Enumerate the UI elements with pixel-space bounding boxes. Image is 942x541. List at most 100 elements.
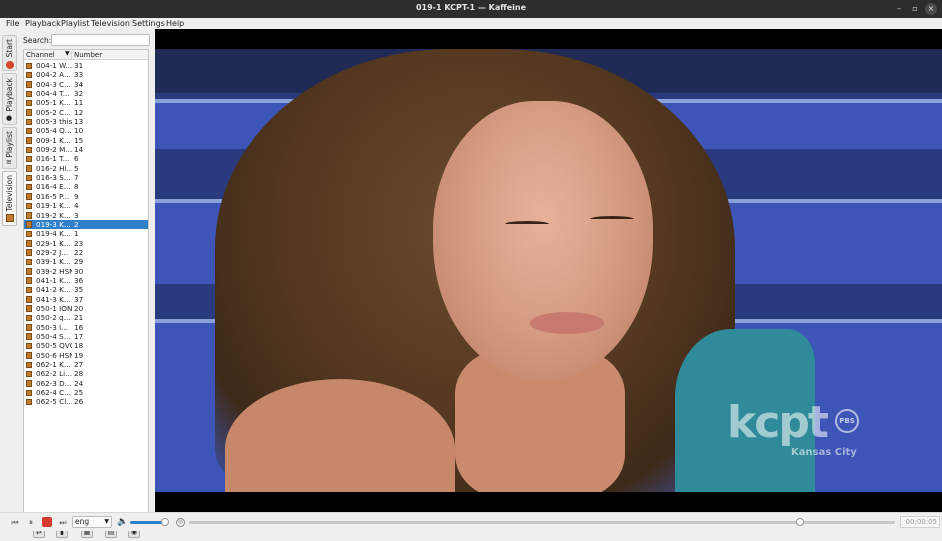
column-header-number[interactable]: Number (74, 51, 102, 59)
channel-row[interactable]: 062-2 Li... 28 (24, 369, 148, 378)
channel-row[interactable]: 005-4 Q... 10 (24, 126, 148, 135)
minimize-button[interactable]: – (893, 3, 905, 15)
channel-row[interactable]: 039-2 HSN 30 (24, 267, 148, 276)
channel-list[interactable]: Channel ▼ Number 004-1 W... 31 004-2 A... 3… (23, 49, 149, 523)
subject-eye (590, 216, 634, 222)
chevron-down-icon: ▼ (104, 518, 109, 525)
menu-settings[interactable]: Settings (132, 19, 165, 28)
channel-row[interactable]: 019-3 K... 2 (24, 219, 148, 230)
channel-number: 21 (74, 313, 84, 323)
column-header-channel[interactable]: Channel (26, 51, 55, 59)
channel-row[interactable]: 016-4 E... 8 (24, 182, 148, 191)
audio-language-select[interactable]: eng ▼ (72, 516, 112, 528)
tv-channel-icon (26, 352, 32, 359)
channel-name: 062-5 Cl... (36, 397, 72, 407)
channel-number: 14 (74, 145, 84, 155)
tab-playback[interactable]: Playback ● (2, 73, 17, 125)
menu-playback[interactable]: Playback (25, 19, 61, 28)
channel-number: 22 (74, 247, 84, 257)
channel-row[interactable]: 005-3 this 13 (24, 117, 148, 126)
subject-eye (505, 221, 549, 227)
jump-icon[interactable]: ◎ (176, 518, 185, 527)
channel-row[interactable]: 016-3 S... 7 (24, 173, 148, 182)
tv-channel-icon (26, 249, 32, 256)
menu-playlist[interactable]: Playlist (61, 19, 89, 28)
volume-slider[interactable] (130, 518, 169, 526)
channel-row[interactable]: 004-4 T... 32 (24, 89, 148, 98)
playlist-icon: ≡ (6, 158, 12, 166)
channel-row[interactable]: 050-2 q... 21 (24, 313, 148, 322)
channel-row[interactable]: 019-2 K... 3 (24, 211, 148, 220)
channel-row[interactable]: 005-2 C... 12 (24, 108, 148, 117)
channel-row[interactable]: 004-2 A... 33 (24, 70, 148, 79)
close-button[interactable]: × (925, 3, 937, 15)
channel-row[interactable]: 041-1 K... 36 (24, 276, 148, 285)
channel-row[interactable]: 019-1 K... 4 (24, 201, 148, 210)
channel-row[interactable]: 062-5 Cl... 26 (24, 397, 148, 406)
channel-row[interactable]: 009-2 M... 14 (24, 145, 148, 154)
stop-button[interactable] (42, 517, 52, 527)
channel-name: 050-3 l... (36, 322, 69, 332)
channel-row[interactable]: 062-1 K... 27 (24, 360, 148, 369)
channel-list-header: Channel ▼ Number (24, 50, 148, 60)
channel-name: 016-5 P... (36, 191, 70, 201)
channel-name: 019-2 K... (36, 210, 71, 220)
channel-name: 005-3 this (36, 117, 72, 127)
channel-row[interactable]: 050-6 HSN 19 (24, 351, 148, 360)
tv-channel-icon (26, 277, 32, 284)
seek-slider[interactable] (189, 518, 895, 526)
volume-handle[interactable] (160, 518, 169, 526)
channel-row[interactable]: 050-1 ION 20 (24, 304, 148, 313)
menu-bar: File Playback Playlist Television Settin… (0, 18, 942, 29)
channel-row[interactable]: 016-1 T... 6 (24, 154, 148, 163)
channel-row[interactable]: 062-4 C... 25 (24, 388, 148, 397)
sort-down-icon: ▼ (65, 50, 70, 57)
channel-row[interactable]: 019-4 K... 1 (24, 229, 148, 238)
tv-channel-icon (26, 361, 32, 368)
channel-number: 24 (74, 378, 84, 388)
pause-icon[interactable]: ⏸ (25, 517, 37, 528)
previous-icon[interactable]: ⏮ (9, 517, 21, 528)
channel-row[interactable]: 050-5 QVC 18 (24, 341, 148, 350)
channel-row[interactable]: 009-1 K... 15 (24, 136, 148, 145)
video-area[interactable]: kcpt PBS Kansas City (155, 29, 942, 512)
search-input[interactable] (51, 34, 150, 46)
menu-television[interactable]: Television (91, 19, 130, 28)
next-icon[interactable]: ⏭ (57, 517, 69, 528)
channel-row[interactable]: 039-1 K... 29 (24, 257, 148, 266)
tab-start-label: Start (5, 39, 14, 58)
channel-name: 062-2 Li... (36, 369, 72, 379)
tab-television-label: Television (5, 175, 14, 212)
channel-row[interactable]: 041-3 K... 37 (24, 295, 148, 304)
volume-icon[interactable]: 🔈 (117, 517, 128, 528)
channel-name: 005-2 C... (36, 107, 72, 117)
tab-playlist[interactable]: Playlist ≡ (2, 127, 17, 169)
channel-row[interactable]: 062-3 D... 24 (24, 379, 148, 388)
menu-help[interactable]: Help (166, 19, 184, 28)
channel-number: 33 (74, 70, 84, 80)
seek-handle[interactable] (795, 518, 804, 526)
tv-channel-icon (26, 296, 32, 303)
channel-name: 062-3 D... (36, 378, 72, 388)
tab-start[interactable]: Start (2, 35, 17, 71)
maximize-button[interactable]: ▫ (909, 3, 921, 15)
column-divider[interactable] (71, 51, 72, 59)
play-icon: ● (6, 114, 13, 122)
channel-row[interactable]: 050-3 l... 16 (24, 323, 148, 332)
channel-row[interactable]: 016-2 Hi... 5 (24, 164, 148, 173)
tv-channel-icon (26, 268, 32, 275)
channel-row[interactable]: 004-3 C... 34 (24, 80, 148, 89)
channel-row[interactable]: 016-5 P... 9 (24, 192, 148, 201)
channel-row[interactable]: 005-1 K... 11 (24, 98, 148, 107)
channel-row[interactable]: 029-2 J... 22 (24, 248, 148, 257)
channel-row[interactable]: 050-4 S... 17 (24, 332, 148, 341)
channel-number: 8 (74, 182, 79, 192)
channel-row[interactable]: 004-1 W... 31 (24, 61, 148, 70)
tv-channel-icon (26, 324, 32, 331)
tab-television[interactable]: Television (2, 171, 17, 226)
menu-file[interactable]: File (6, 19, 19, 28)
channel-row[interactable]: 041-2 K... 35 (24, 285, 148, 294)
channel-number: 7 (74, 173, 79, 183)
channel-row[interactable]: 029-1 K... 23 (24, 239, 148, 248)
channel-name: 041-2 K... (36, 285, 71, 295)
